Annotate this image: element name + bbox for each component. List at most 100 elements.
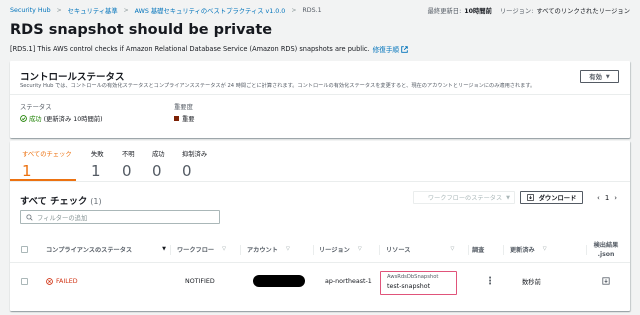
caret-down-icon: ▼ (506, 194, 510, 201)
col-resource[interactable]: リソース ▽ (386, 235, 454, 263)
counter-value: 1 (91, 162, 101, 180)
control-state-label: 有効 (589, 74, 602, 81)
page-description: [RDS.1] This AWS control checks if Amazo… (10, 44, 408, 54)
breadcrumb-standards[interactable]: セキュリティ基準 (68, 6, 118, 15)
checks-title: すべて チェック (1) (20, 193, 102, 207)
divider (10, 181, 630, 182)
redacted-account-id (253, 275, 305, 287)
critical-severity-icon (174, 116, 179, 121)
kebab-menu-icon[interactable]: ⋮ (485, 276, 495, 287)
failed-status: FAILED (46, 278, 78, 285)
chevron-right-icon[interactable]: › (614, 194, 617, 202)
workflow-status-select[interactable]: ワークフローのステータス ▼ (413, 191, 515, 204)
column-separator (313, 245, 314, 255)
sort-icon: ▽ (285, 246, 290, 252)
last-updated-label: 最終更新日: (427, 7, 462, 15)
select-all-checkbox-cell (21, 235, 28, 263)
col-workflow[interactable]: ワークフロー ▽ (177, 235, 226, 263)
row-resource[interactable]: AwsRdsDbSnapshot test-snapshot (380, 271, 457, 295)
search-icon (26, 213, 33, 221)
col-compliance-label: コンプライアンスのステータス (46, 246, 133, 254)
col-export: 検出結果 .json (592, 235, 620, 263)
filter-input[interactable]: フィルターの追加 (20, 210, 220, 224)
status-success-text: 成功 (29, 116, 42, 123)
counter-value: 0 (152, 162, 162, 180)
caret-down-icon: ▼ (605, 73, 610, 80)
divider (10, 94, 630, 95)
sort-icon: ▼ (162, 246, 166, 252)
row-region: ap-northeast-1 (325, 277, 372, 285)
counter-unknown[interactable]: 不明 0 (122, 149, 135, 180)
counter-passed[interactable]: 成功 0 (152, 149, 165, 180)
col-region-label: リージョン (319, 246, 350, 254)
col-compliance[interactable]: コンプライアンスのステータス ▼ (46, 235, 166, 263)
export-json-icon[interactable] (602, 277, 610, 285)
region-label: リージョン: (499, 7, 534, 15)
column-separator (240, 245, 241, 255)
col-export-label-1: 検出結果 (593, 242, 619, 249)
chevron-right-icon: > (123, 6, 129, 14)
row-workflow: NOTIFIED (185, 277, 215, 285)
row-checkbox[interactable] (21, 277, 28, 285)
breadcrumb-security-hub[interactable]: Security Hub (10, 7, 51, 14)
col-account[interactable]: アカウント ▽ (247, 235, 290, 263)
row-account (253, 263, 305, 299)
column-separator (379, 245, 380, 255)
severity-label: 重要度 (174, 104, 193, 111)
column-separator (468, 245, 469, 255)
row-checkbox-cell (21, 263, 28, 299)
sort-icon: ▽ (542, 246, 547, 252)
download-button[interactable]: ダウンロード (520, 191, 583, 204)
counter-label: すべてのチェック (22, 151, 72, 158)
severity-value: 重要 (174, 114, 195, 123)
checks-count: (1) (90, 197, 102, 206)
page-number[interactable]: 1 (605, 194, 609, 202)
breadcrumb-standard-fsbp[interactable]: AWS 基礎セキュリティのベストプラクティス v1.0.0 (135, 6, 286, 15)
counter-value: 1 (22, 162, 32, 180)
sort-icon: ▽ (357, 246, 362, 252)
row-updated: 数秒前 (522, 278, 541, 286)
counter-all[interactable]: すべてのチェック 1 (22, 149, 72, 180)
col-updated-label: 更新済み (510, 246, 535, 254)
column-separator (586, 245, 587, 255)
col-workflow-label: ワークフロー (177, 246, 215, 254)
breadcrumb-current: RDS.1 (302, 6, 322, 14)
status-detail: (更新済み 10時間前) (43, 116, 103, 123)
external-link-icon[interactable] (401, 45, 408, 53)
header-meta: 最終更新日: 10時間前 リージョン: すべてのリンクされたリージョン (428, 4, 630, 16)
resource-id[interactable]: test-snapshot (387, 283, 456, 290)
control-status-title: コントロールステータス (20, 72, 125, 83)
counter-label: 抑制済み (182, 151, 208, 158)
failed-text: FAILED (56, 277, 78, 285)
select-all-checkbox[interactable] (21, 245, 28, 253)
row-investigate: ⋮ (485, 263, 495, 299)
sort-icon: ▽ (222, 246, 226, 252)
col-region[interactable]: リージョン ▽ (319, 235, 362, 263)
status-label: ステータス (20, 104, 52, 111)
control-status-panel: コントロールステータス Security Hub では、コントロールの有効化ステ… (10, 61, 630, 138)
chevron-left-icon[interactable]: ‹ (597, 194, 600, 202)
failed-icon (46, 277, 53, 285)
column-separator (170, 245, 171, 255)
col-updated[interactable]: 更新済み ▽ (510, 235, 547, 263)
workflow-status-placeholder: ワークフローのステータス (427, 195, 503, 202)
col-account-label: アカウント (247, 246, 278, 254)
sort-icon: ▽ (450, 246, 455, 252)
counter-failed[interactable]: 失敗 1 (91, 149, 104, 180)
checks-title-text: すべて チェック (20, 196, 88, 207)
severity-text: 重要 (182, 116, 195, 123)
control-state-button[interactable]: 有効 ▼ (580, 70, 619, 83)
counter-label: 成功 (152, 151, 165, 158)
counter-value: 0 (182, 162, 192, 180)
chevron-right-icon: > (291, 6, 297, 14)
row-export (602, 263, 610, 299)
breadcrumb: Security Hub > セキュリティ基準 > AWS 基礎セキュリティのベ… (10, 4, 322, 16)
remediation-link[interactable]: 修復手順 (373, 44, 399, 54)
col-resource-label: リソース (386, 246, 411, 254)
filter-placeholder: フィルターの追加 (37, 214, 88, 222)
control-description: [RDS.1] This AWS control checks if Amazo… (10, 45, 370, 53)
col-export-label-2: .json (597, 251, 615, 258)
col-investigate: 調査 (472, 235, 484, 263)
counter-suppressed[interactable]: 抑制済み 0 (182, 149, 207, 180)
counter-label: 不明 (122, 151, 135, 158)
